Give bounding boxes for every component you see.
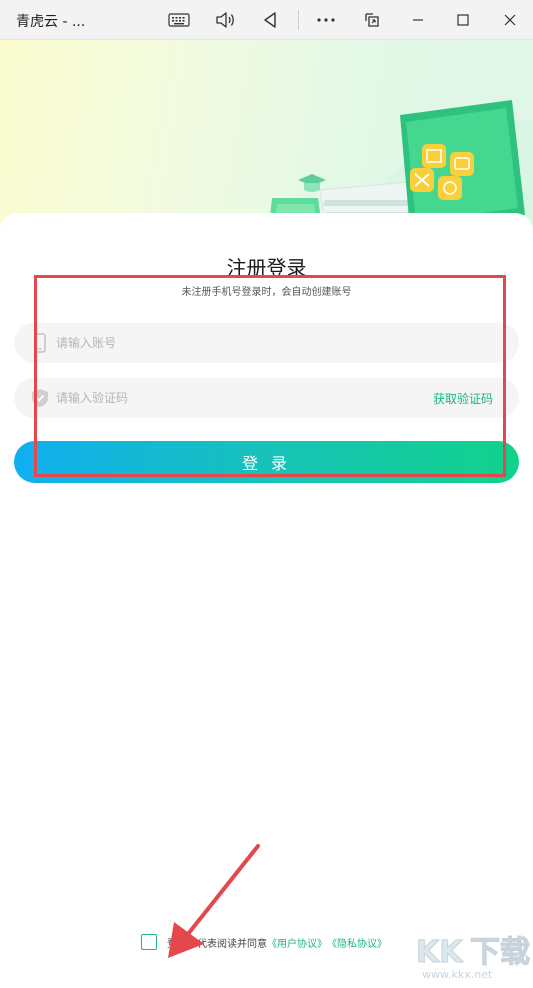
title-bar: 青虎云 - ...	[0, 0, 533, 40]
minimize-icon[interactable]	[404, 6, 432, 34]
volume-icon[interactable]	[211, 6, 239, 34]
privacy-agreement-link[interactable]: 《隐私协议》	[327, 935, 387, 950]
annotation-highlight-box	[34, 275, 506, 477]
window-title: 青虎云 - ...	[16, 14, 86, 30]
watermark-url: www.kkx.net	[422, 968, 493, 981]
annotation-arrow-icon	[168, 844, 260, 958]
keyboard-icon[interactable]	[165, 6, 193, 34]
header-banner	[0, 40, 533, 240]
screenshot-icon[interactable]	[358, 6, 386, 34]
back-icon[interactable]	[256, 6, 284, 34]
more-icon[interactable]	[312, 6, 340, 34]
maximize-icon[interactable]	[449, 6, 477, 34]
close-icon[interactable]	[496, 6, 524, 34]
user-agreement-link[interactable]: 《用户协议》	[267, 935, 327, 950]
watermark-logo: KK 下载 www.kkx.net	[414, 930, 532, 988]
agreement-checkbox[interactable]	[141, 934, 157, 950]
app-window: 青虎云 - ... 注册登录 未注册手机号登录时，会自动创建账号 请输入账号 请…	[0, 0, 533, 988]
svg-text:下载: 下载	[470, 935, 530, 970]
titlebar-divider	[298, 10, 299, 30]
svg-text:KK: KK	[416, 935, 464, 970]
